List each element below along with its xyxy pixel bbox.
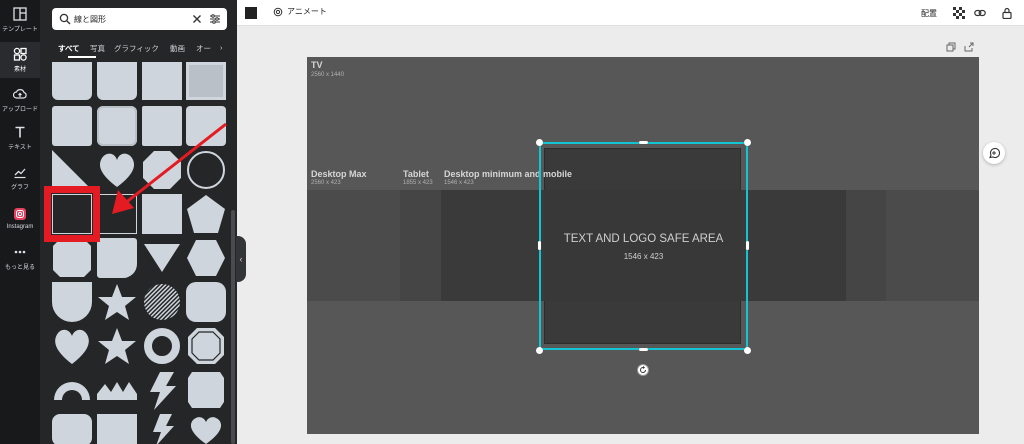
resize-handle-right[interactable]	[746, 241, 749, 250]
transparency-icon[interactable]	[953, 7, 965, 19]
more-icon	[14, 250, 26, 254]
rail-label: テンプレート	[2, 27, 38, 33]
rotate-icon	[640, 366, 646, 373]
shape-tile[interactable]	[52, 106, 92, 146]
search-input[interactable]	[74, 12, 184, 26]
editor-toolbar: アニメート 配置	[237, 0, 1024, 26]
triangle-shape[interactable]	[52, 150, 92, 190]
ring-shape[interactable]	[142, 326, 182, 366]
text-icon	[15, 126, 25, 138]
tab-underline	[68, 56, 96, 58]
lightning-shape[interactable]	[142, 414, 182, 444]
octagon-shape[interactable]	[52, 238, 92, 278]
instagram-icon	[14, 207, 26, 220]
panel-scrollbar[interactable]	[231, 210, 235, 444]
shape-tile[interactable]	[97, 414, 137, 444]
shape-tile[interactable]	[97, 62, 137, 100]
search-icon	[59, 13, 71, 25]
elements-icon	[13, 47, 27, 61]
star-shape[interactable]	[97, 326, 137, 366]
rail-label: もっと見る	[4, 265, 35, 271]
rail-item-templates[interactable]: テンプレート	[0, 2, 40, 38]
resize-handle-top-right[interactable]	[744, 139, 751, 146]
share-page-icon[interactable]	[964, 42, 974, 52]
page-tools	[946, 42, 974, 52]
red-arrow-icon	[112, 122, 227, 214]
tablet-title: Tablet	[403, 169, 429, 179]
rail-item-instagram[interactable]: Instagram	[0, 200, 40, 236]
rail-label: 素材	[13, 67, 26, 73]
chevron-left-icon: ‹	[239, 254, 243, 264]
star-shape[interactable]	[97, 282, 137, 322]
resize-handle-left[interactable]	[538, 241, 541, 250]
tv-dims: 2560 x 1440	[311, 72, 345, 78]
shape-tile[interactable]	[97, 238, 137, 278]
resize-handle-bottom[interactable]	[639, 348, 648, 351]
lightning-shape[interactable]	[142, 370, 182, 410]
filter-icon[interactable]	[209, 13, 221, 25]
tablet-dims: 1855 x 423	[403, 180, 433, 186]
lock-icon[interactable]	[1001, 7, 1013, 19]
tab-photos[interactable]: 写真	[90, 43, 105, 54]
rail-item-text[interactable]: テキスト	[0, 120, 40, 156]
animate-label: アニメート	[287, 7, 327, 16]
desktop-max-dims: 2560 x 423	[311, 180, 341, 186]
resize-handle-bottom-left[interactable]	[536, 347, 543, 354]
shape-tile[interactable]	[52, 414, 92, 444]
badge-shape[interactable]	[186, 370, 226, 410]
rail-item-charts[interactable]: グラフ	[0, 160, 40, 196]
left-nav-rail: テンプレート 素材 アップロード テキスト グラフ Instagram もっと見…	[0, 0, 40, 444]
rail-label: Instagram	[6, 223, 34, 230]
hexagon-shape[interactable]	[186, 238, 226, 278]
zigzag-shape[interactable]	[97, 370, 137, 410]
rail-item-more[interactable]: もっと見る	[0, 240, 40, 276]
rail-item-elements[interactable]: 素材	[0, 42, 40, 78]
chart-icon	[14, 168, 26, 179]
color-swatch[interactable]	[245, 7, 257, 19]
duplicate-page-icon[interactable]	[946, 42, 956, 52]
add-comment-button[interactable]	[983, 142, 1005, 164]
collapse-panel-button[interactable]: ‹	[236, 236, 246, 282]
resize-handle-top-left[interactable]	[536, 139, 543, 146]
tab-graphics[interactable]: グラフィック	[114, 43, 159, 54]
resize-handle-top[interactable]	[639, 141, 648, 144]
search-box[interactable]	[52, 8, 227, 30]
octagon-outline-shape[interactable]	[186, 326, 226, 366]
tab-all[interactable]: すべて	[58, 43, 80, 54]
rail-item-uploads[interactable]: アップロード	[0, 82, 40, 118]
shape-tile[interactable]	[142, 62, 182, 100]
heart-shape[interactable]	[52, 326, 92, 366]
category-tabs: すべて 写真 グラフィック 動画 オー ›	[52, 40, 232, 60]
link-icon[interactable]	[974, 7, 986, 19]
comment-icon	[989, 147, 1000, 159]
rail-label: グラフ	[10, 185, 29, 191]
striped-circle-shape[interactable]	[142, 282, 182, 322]
heart-shape[interactable]	[186, 414, 226, 444]
rail-label: テキスト	[8, 145, 32, 151]
shape-tile[interactable]	[52, 62, 92, 100]
down-triangle-shape[interactable]	[142, 238, 182, 278]
rail-label: アップロード	[1, 107, 38, 113]
tab-videos[interactable]: 動画	[170, 43, 185, 54]
shape-tile[interactable]	[186, 282, 226, 322]
highlight-box	[44, 186, 100, 242]
tv-title: TV	[311, 60, 323, 70]
shield-shape[interactable]	[52, 282, 92, 322]
desktop-max-title: Desktop Max	[311, 169, 367, 179]
tab-audio[interactable]: オー	[196, 43, 211, 54]
clear-search-icon[interactable]	[192, 14, 202, 24]
rotate-handle[interactable]	[637, 364, 649, 376]
selection-frame[interactable]	[539, 142, 748, 350]
upload-icon	[13, 89, 27, 99]
position-button[interactable]: 配置	[921, 8, 937, 19]
shape-tile[interactable]	[186, 62, 226, 100]
chevron-right-icon[interactable]: ›	[220, 43, 223, 52]
desktop-min-dims: 1546 x 423	[444, 180, 474, 186]
animate-icon	[273, 7, 283, 16]
arch-shape[interactable]	[52, 370, 92, 410]
animate-button[interactable]: アニメート	[273, 6, 327, 17]
template-icon	[13, 7, 27, 21]
resize-handle-bottom-right[interactable]	[744, 347, 751, 354]
